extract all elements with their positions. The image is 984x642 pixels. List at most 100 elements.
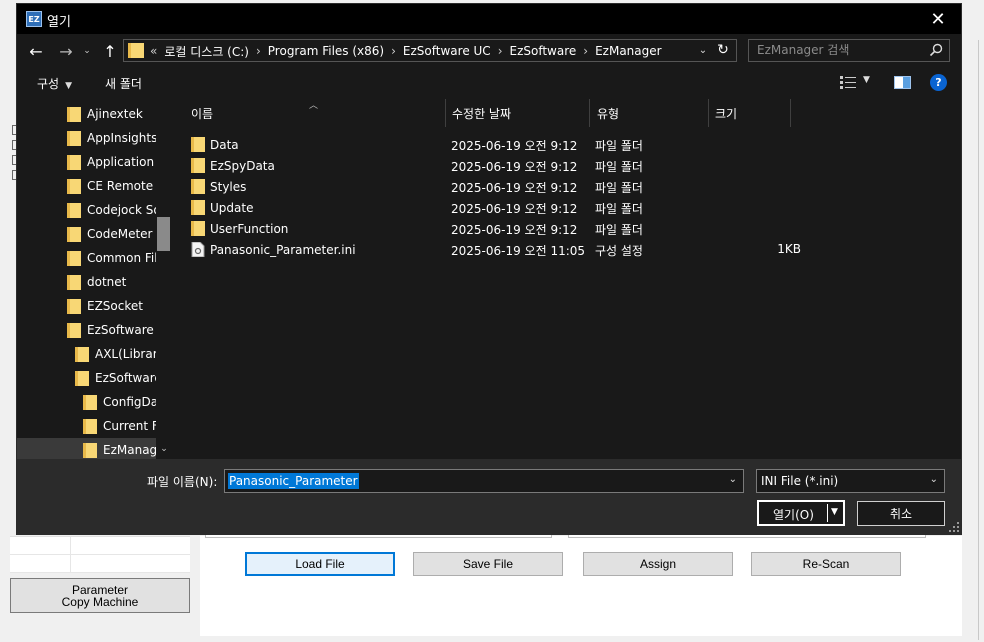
folder-icon [83, 418, 97, 434]
nav-scrollbar[interactable]: ⌄ [156, 99, 173, 459]
chevron-right-icon[interactable]: › [583, 44, 588, 58]
column-divider[interactable] [708, 99, 709, 127]
split-divider [827, 504, 828, 522]
file-row[interactable]: Panasonic_Parameter.ini 2025-06-19 오전 11… [191, 239, 961, 260]
rescan-button[interactable]: Re-Scan [751, 552, 901, 576]
folder-icon [75, 370, 89, 386]
filename-combobox[interactable]: Panasonic_Parameter ⌄ [224, 469, 744, 493]
folder-icon [191, 200, 205, 215]
tree-item-selected[interactable]: EzManag [17, 438, 156, 459]
view-options-icon[interactable] [840, 76, 856, 89]
folder-icon [67, 298, 81, 314]
folder-icon [128, 43, 144, 58]
tree-item-label: Current F [103, 419, 159, 433]
search-box[interactable] [748, 39, 950, 62]
address-bar[interactable]: « 로컬 디스크 (C:) › Program Files (x86) › Ez… [123, 39, 737, 62]
load-file-button[interactable]: Load File [245, 552, 395, 576]
file-type: 파일 폴더 [595, 139, 643, 153]
tree-item-label: Common Fil [87, 251, 158, 265]
folder-icon [67, 202, 81, 218]
column-divider[interactable] [790, 99, 791, 127]
help-icon[interactable]: ? [930, 74, 947, 91]
breadcrumb-item[interactable]: Program Files (x86) [268, 44, 384, 58]
breadcrumb-item[interactable]: EzManager [595, 44, 661, 58]
tree-item-label: dotnet [87, 275, 127, 289]
organize-menu[interactable]: 구성 ▼ [37, 75, 72, 92]
file-row[interactable]: Update 2025-06-19 오전 9:12 파일 폴더 [191, 197, 961, 218]
command-bar: 구성 ▼ 새 폴더 ▼ ? [17, 67, 961, 99]
new-folder-button[interactable]: 새 폴더 [105, 75, 142, 92]
breadcrumb-item[interactable]: 로컬 디스크 (C:) [164, 43, 249, 60]
folder-icon [83, 394, 97, 410]
folder-icon [67, 154, 81, 170]
file-row[interactable]: UserFunction 2025-06-19 오전 9:12 파일 폴더 [191, 218, 961, 239]
column-divider[interactable] [589, 99, 590, 127]
arrow-up-icon: ↑ [103, 41, 117, 61]
scroll-down-icon[interactable]: ⌄ [158, 443, 170, 455]
open-options-icon[interactable]: ▼ [831, 507, 838, 517]
chevron-down-icon[interactable]: ⌄ [729, 474, 737, 485]
filetype-value: INI File (*.ini) [761, 474, 839, 488]
filename-input[interactable]: Panasonic_Parameter [228, 473, 359, 489]
bg-grid [10, 536, 190, 573]
address-dropdown[interactable]: ⌄ [696, 42, 710, 58]
sort-ascending-icon: ︿ [309, 101, 319, 111]
new-folder-label: 새 폴더 [105, 77, 142, 91]
title-bar[interactable]: EZ 열기 ✕ [17, 4, 961, 34]
folder-icon [67, 178, 81, 194]
column-header-type[interactable]: 유형 [597, 99, 619, 127]
tree-item-label: CE Remote T [87, 179, 165, 193]
resize-grip-icon[interactable] [949, 522, 959, 532]
assign-button[interactable]: Assign [583, 552, 733, 576]
search-input[interactable] [757, 42, 917, 58]
folder-icon [67, 250, 81, 266]
refresh-button[interactable]: ↻ [714, 42, 732, 58]
file-name: UserFunction [210, 221, 289, 236]
tree-item-label: CodeMeter [87, 227, 153, 241]
tree-item-label: Ajinextek [87, 107, 143, 121]
save-file-button[interactable]: Save File [413, 552, 563, 576]
chevron-right-icon[interactable]: › [498, 44, 503, 58]
column-header-size[interactable]: 크기 [715, 99, 737, 127]
refresh-icon: ↻ [717, 42, 729, 58]
file-date: 2025-06-19 오전 9:12 [451, 223, 578, 237]
forward-button[interactable]: → [55, 40, 77, 62]
breadcrumb-item[interactable]: EzSoftware UC [403, 44, 491, 58]
cancel-button[interactable]: 취소 [857, 501, 945, 526]
chevron-right-icon[interactable]: › [391, 44, 396, 58]
scrollbar-thumb[interactable] [157, 217, 170, 251]
file-date: 2025-06-19 오전 9:12 [451, 160, 578, 174]
chevron-right-icon[interactable]: › [256, 44, 261, 58]
search-icon[interactable] [929, 43, 943, 57]
up-button[interactable]: ↑ [99, 40, 121, 62]
column-header-name[interactable]: 이름 [191, 99, 213, 127]
file-name: Panasonic_Parameter.ini [210, 242, 356, 257]
chevron-down-icon: ⌄ [83, 46, 91, 56]
dialog-title: 열기 [47, 15, 71, 30]
caret-down-icon: ▼ [65, 81, 73, 91]
load-file-label: Load File [295, 557, 345, 571]
file-name: Update [210, 200, 254, 215]
open-button[interactable]: 열기(O) ▼ [757, 500, 845, 526]
dialog-footer: 파일 이름(N): Panasonic_Parameter ⌄ INI File… [17, 459, 961, 534]
column-divider[interactable] [445, 99, 446, 127]
preview-pane-icon[interactable] [894, 76, 911, 89]
filetype-select[interactable]: INI File (*.ini) ⌄ [756, 469, 945, 493]
file-date: 2025-06-19 오전 9:12 [451, 139, 578, 153]
folder-icon [191, 179, 205, 194]
recent-locations-button[interactable]: ⌄ [81, 40, 93, 62]
file-row[interactable]: EzSpyData 2025-06-19 오전 9:12 파일 폴더 [191, 155, 961, 176]
view-dropdown-icon[interactable]: ▼ [863, 75, 870, 85]
file-name: Data [210, 137, 239, 152]
chevron-down-icon: ⌄ [929, 474, 938, 485]
folder-icon [75, 346, 89, 362]
folder-icon [83, 442, 97, 458]
column-header-date[interactable]: 수정한 날짜 [452, 99, 511, 127]
breadcrumb-overflow[interactable]: « [150, 44, 157, 58]
close-button[interactable]: ✕ [915, 4, 961, 34]
file-row[interactable]: Data 2025-06-19 오전 9:12 파일 폴더 [191, 134, 961, 155]
breadcrumb-item[interactable]: EzSoftware [510, 44, 577, 58]
parameter-copy-machine-button[interactable]: Parameter Copy Machine [10, 578, 190, 613]
file-row[interactable]: Styles 2025-06-19 오전 9:12 파일 폴더 [191, 176, 961, 197]
back-button[interactable]: ← [25, 40, 47, 62]
